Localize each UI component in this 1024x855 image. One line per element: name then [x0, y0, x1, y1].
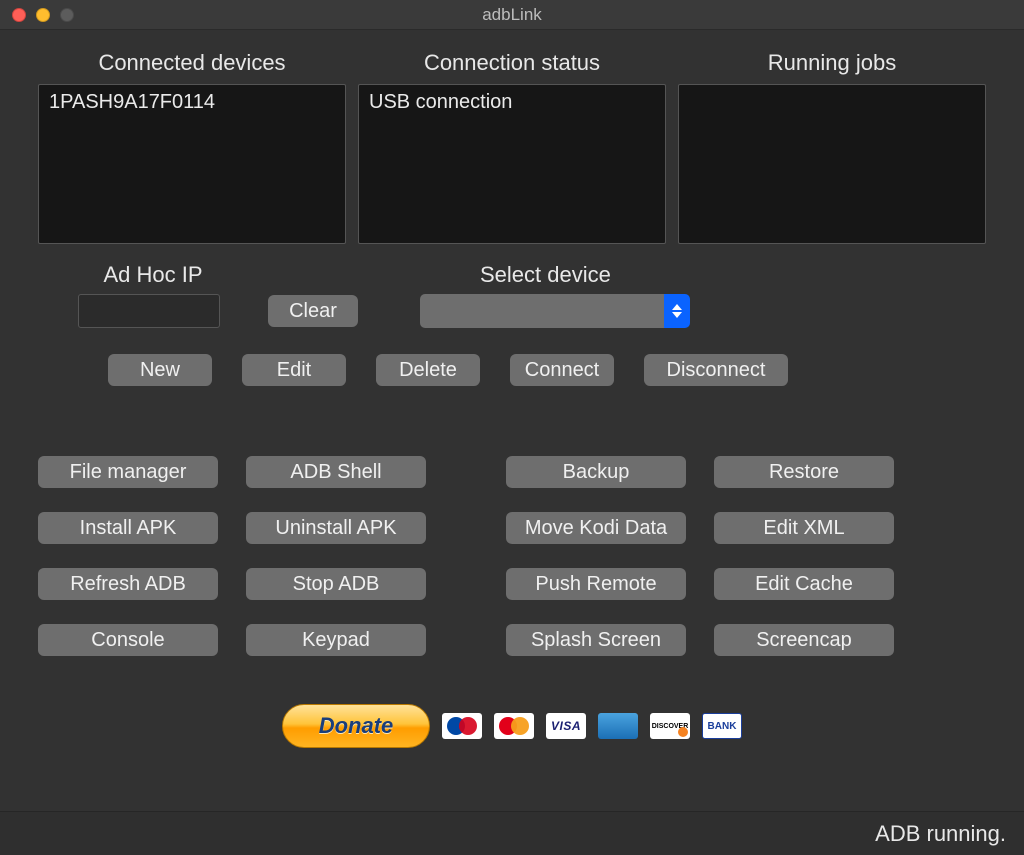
backup-button[interactable]: Backup: [506, 456, 686, 488]
edit-button[interactable]: Edit: [242, 354, 346, 386]
connection-status-list[interactable]: USB connection: [358, 84, 666, 244]
list-item[interactable]: 1PASH9A17F0114: [49, 91, 335, 114]
delete-button[interactable]: Delete: [376, 354, 480, 386]
device-buttons-row: New Edit Delete Connect Disconnect: [108, 354, 986, 386]
donate-row: Donate VISA DISCOVER BANK: [38, 704, 986, 748]
clear-button[interactable]: Clear: [268, 295, 358, 327]
keypad-button[interactable]: Keypad: [246, 624, 426, 656]
bank-card-icon: BANK: [702, 713, 742, 739]
donate-button[interactable]: Donate: [282, 704, 430, 748]
adb-shell-button[interactable]: ADB Shell: [246, 456, 426, 488]
move-kodi-data-button[interactable]: Move Kodi Data: [506, 512, 686, 544]
uninstall-apk-button[interactable]: Uninstall APK: [246, 512, 426, 544]
running-jobs-list[interactable]: [678, 84, 986, 244]
status-text: ADB running.: [875, 821, 1006, 847]
edit-cache-button[interactable]: Edit Cache: [714, 568, 894, 600]
splash-screen-button[interactable]: Splash Screen: [506, 624, 686, 656]
titlebar: adbLink: [0, 0, 1024, 30]
install-apk-button[interactable]: Install APK: [38, 512, 218, 544]
select-device-label: Select device: [480, 262, 986, 288]
window-title: adbLink: [0, 5, 1024, 25]
connection-status-label: Connection status: [358, 50, 666, 76]
edit-xml-button[interactable]: Edit XML: [714, 512, 894, 544]
screencap-button[interactable]: Screencap: [714, 624, 894, 656]
amex-card-icon: [598, 713, 638, 739]
adhoc-ip-input[interactable]: [78, 294, 220, 328]
adhoc-ip-label: Ad Hoc IP: [78, 262, 228, 288]
push-remote-button[interactable]: Push Remote: [506, 568, 686, 600]
refresh-adb-button[interactable]: Refresh ADB: [38, 568, 218, 600]
tools-right-grid: Backup Restore Move Kodi Data Edit XML P…: [506, 456, 894, 656]
list-item: USB connection: [369, 91, 655, 114]
new-button[interactable]: New: [108, 354, 212, 386]
console-button[interactable]: Console: [38, 624, 218, 656]
select-device-value[interactable]: [420, 294, 664, 328]
dropdown-arrows-icon[interactable]: [664, 294, 690, 328]
select-device-dropdown[interactable]: [420, 294, 690, 328]
running-jobs-label: Running jobs: [678, 50, 986, 76]
tools-left-grid: File manager ADB Shell Install APK Unins…: [38, 456, 426, 656]
maestro-card-icon: [442, 713, 482, 739]
stop-adb-button[interactable]: Stop ADB: [246, 568, 426, 600]
discover-card-icon: DISCOVER: [650, 713, 690, 739]
file-manager-button[interactable]: File manager: [38, 456, 218, 488]
connected-devices-list[interactable]: 1PASH9A17F0114: [38, 84, 346, 244]
restore-button[interactable]: Restore: [714, 456, 894, 488]
panels-row: Connected devices 1PASH9A17F0114 Connect…: [38, 50, 986, 244]
connected-devices-label: Connected devices: [38, 50, 346, 76]
visa-card-icon: VISA: [546, 713, 586, 739]
status-bar: ADB running.: [0, 811, 1024, 855]
disconnect-button[interactable]: Disconnect: [644, 354, 788, 386]
connect-button[interactable]: Connect: [510, 354, 614, 386]
mastercard-card-icon: [494, 713, 534, 739]
